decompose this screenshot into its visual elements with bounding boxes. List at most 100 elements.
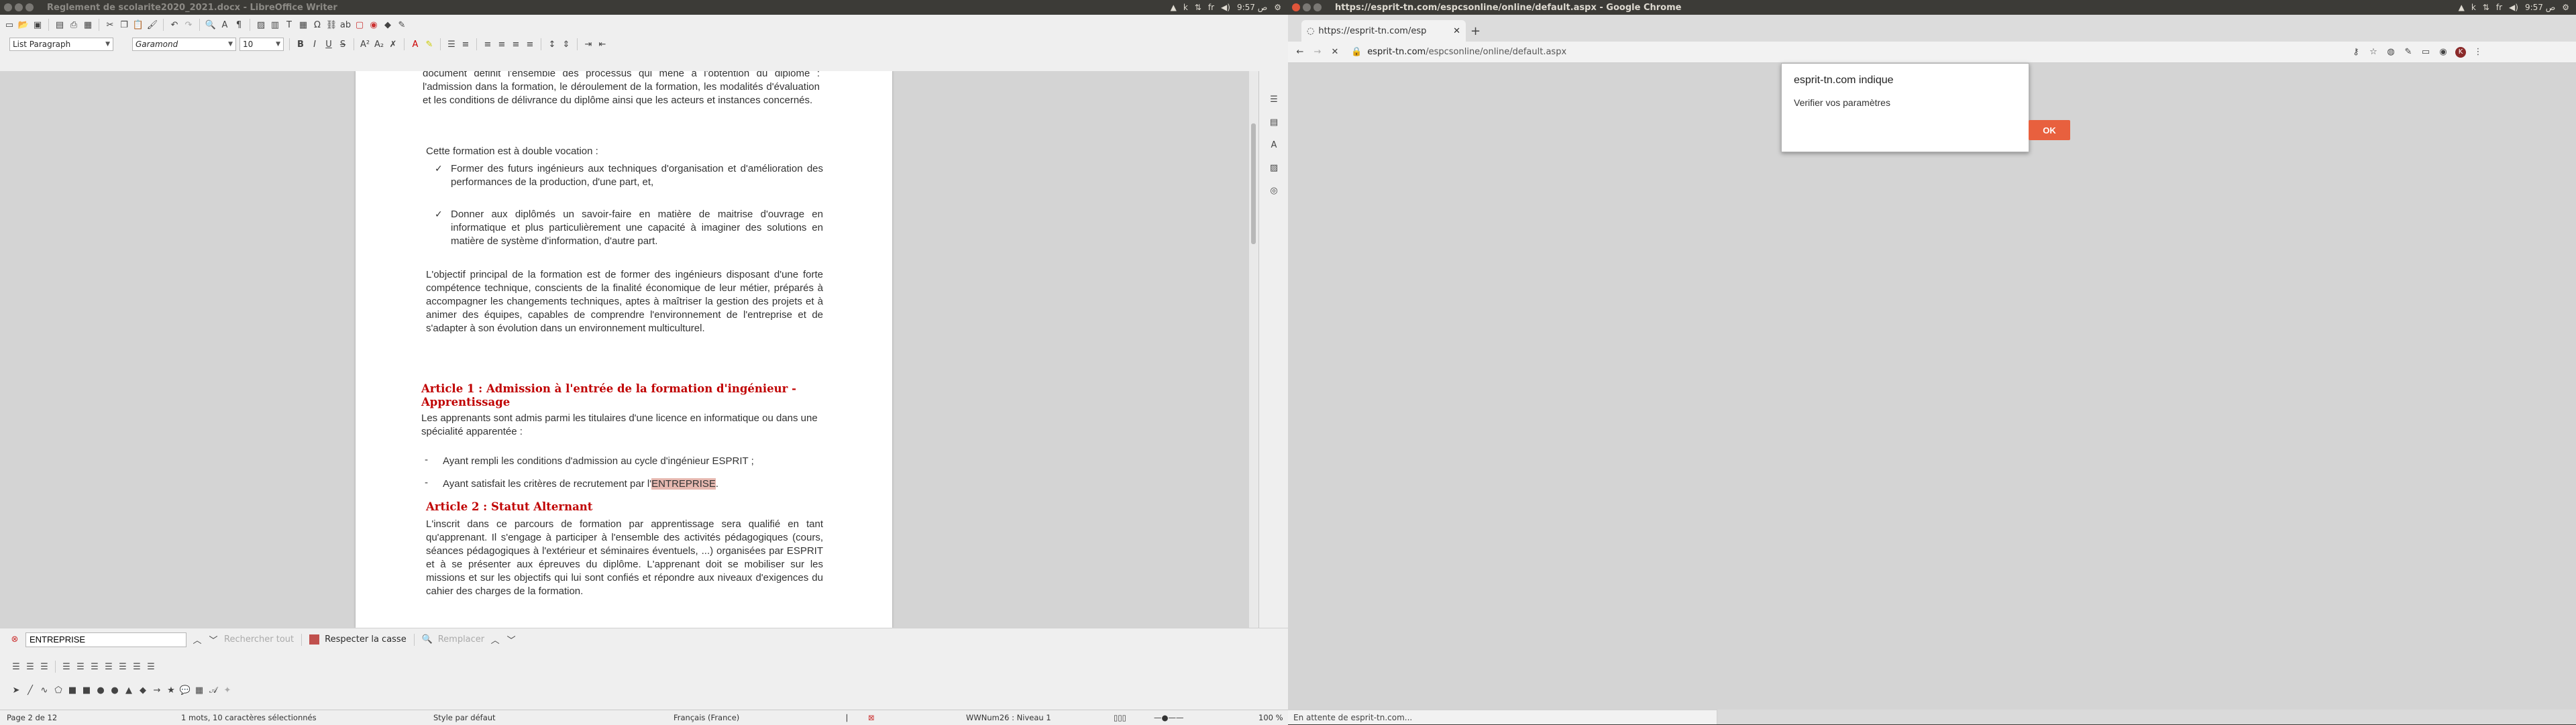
arrow-line-icon[interactable]: →: [152, 685, 162, 695]
page-icon[interactable]: ▤: [1269, 117, 1279, 127]
search-match-highlight[interactable]: ENTREPRISE: [651, 478, 716, 490]
zoom-level[interactable]: 100 %: [1258, 713, 1283, 722]
curve-icon[interactable]: ∿: [39, 685, 50, 695]
font-size-select[interactable]: 10 ▼: [239, 38, 284, 51]
polygon-icon[interactable]: ⬠: [53, 685, 64, 695]
increase-indent-icon[interactable]: ⇥: [583, 39, 594, 50]
save-icon[interactable]: ▣: [32, 19, 43, 30]
fontwork-icon[interactable]: 𝒜: [208, 685, 219, 695]
ellipse-icon[interactable]: ●: [95, 685, 106, 695]
extension-icon[interactable]: ◍: [2385, 47, 2396, 58]
italic-icon[interactable]: I: [309, 39, 320, 50]
stop-loading-icon[interactable]: ✕: [1330, 47, 1340, 58]
list-indent-icon[interactable]: ☰: [117, 661, 128, 672]
settings-gear-icon[interactable]: ⚙: [2562, 3, 2569, 12]
rectangle-icon[interactable]: ■: [81, 685, 92, 695]
document-page[interactable]: document définit l'ensemble des processu…: [356, 71, 892, 628]
numbering-icon[interactable]: ≡: [460, 39, 471, 50]
paragraph-style-select[interactable]: List Paragraph ▼: [9, 38, 113, 51]
lock-icon[interactable]: 🔒: [1351, 47, 1362, 57]
insert-footnote-icon[interactable]: ab: [340, 19, 351, 30]
back-icon[interactable]: ←: [1295, 47, 1305, 58]
insert-image-icon[interactable]: ▨: [256, 19, 266, 30]
align-center-icon[interactable]: ≡: [496, 39, 507, 50]
paragraph-spacing-icon[interactable]: ⇕: [561, 39, 572, 50]
outline-icon[interactable]: ☰: [25, 661, 36, 672]
3d-icon[interactable]: ✦: [222, 685, 233, 695]
volume-icon[interactable]: ◀): [2509, 3, 2518, 12]
minimize-icon[interactable]: [15, 3, 23, 11]
chevron-down-icon[interactable]: ﹀: [506, 634, 517, 646]
key-icon[interactable]: ⚷: [2351, 47, 2361, 58]
insert-shape-icon[interactable]: ◆: [382, 19, 393, 30]
list-indent-icon[interactable]: ☰: [75, 661, 86, 672]
close-tab-icon[interactable]: ✕: [1453, 26, 1460, 36]
decrease-indent-icon[interactable]: ⇤: [597, 39, 608, 50]
ok-button[interactable]: OK: [2029, 120, 2070, 140]
extension-icon[interactable]: ✎: [2403, 47, 2414, 58]
vertical-scrollbar[interactable]: [1249, 71, 1258, 628]
menu-icon[interactable]: ⋮: [2473, 47, 2483, 58]
basic-shapes-icon[interactable]: ◆: [138, 685, 148, 695]
star-icon[interactable]: ★: [166, 685, 176, 695]
tray-k-indicator[interactable]: k: [1183, 3, 1188, 12]
insert-hyperlink-icon[interactable]: ⛓: [326, 19, 337, 30]
document-modified-icon[interactable]: ⊠: [868, 713, 875, 722]
keyboard-layout[interactable]: fr: [2496, 3, 2502, 12]
avatar[interactable]: K: [2455, 46, 2466, 58]
insert-mode-icon[interactable]: ⎸: [847, 713, 855, 723]
export-pdf-icon[interactable]: ▤: [54, 19, 65, 30]
maximize-icon[interactable]: [25, 3, 34, 11]
track-changes-icon[interactable]: ◉: [368, 19, 379, 30]
undo-icon[interactable]: ↶: [169, 19, 180, 30]
network-icon[interactable]: ⇅: [1195, 3, 1201, 12]
close-icon[interactable]: [1292, 3, 1300, 11]
browser-tab[interactable]: ◌ https://esprit-tn.com/esp ✕: [1301, 20, 1466, 42]
address-bar[interactable]: 🔒 esprit-tn.com/espcsonline/online/defau…: [1347, 44, 2344, 60]
outline-icon[interactable]: ☰: [39, 661, 50, 672]
volume-icon[interactable]: ◀): [1221, 3, 1230, 12]
settings-gear-icon[interactable]: ⚙: [1274, 3, 1281, 12]
copy-icon[interactable]: ❐: [119, 19, 129, 30]
list-indent-icon[interactable]: ☰: [146, 661, 156, 672]
replace-button[interactable]: Remplacer: [438, 634, 484, 645]
clock[interactable]: ص 9:57: [1237, 3, 1267, 12]
scrollbar-thumb[interactable]: [1251, 123, 1256, 244]
extension-icon[interactable]: ◉: [2438, 47, 2449, 58]
clone-formatting-icon[interactable]: 🖌: [147, 19, 158, 30]
bookmark-star-icon[interactable]: ☆: [2368, 47, 2379, 58]
page-count[interactable]: Page 2 de 12: [7, 713, 57, 722]
text-language[interactable]: Français (France): [674, 713, 739, 722]
insert-comment-icon[interactable]: ▢: [354, 19, 365, 30]
cast-icon[interactable]: ▭: [2420, 47, 2431, 58]
paste-icon[interactable]: 📋: [133, 19, 144, 30]
justify-icon[interactable]: ≡: [525, 39, 535, 50]
maximize-icon[interactable]: [1313, 3, 1322, 11]
insert-textbox-icon[interactable]: T: [284, 19, 294, 30]
font-color-icon[interactable]: A: [410, 39, 421, 50]
new-tab-button[interactable]: +: [1470, 24, 1481, 38]
keyboard-layout[interactable]: fr: [1208, 3, 1214, 12]
list-indent-icon[interactable]: ☰: [89, 661, 100, 672]
print-icon[interactable]: ⎙: [68, 19, 79, 30]
line-icon[interactable]: ╱: [25, 685, 36, 695]
find-next-icon[interactable]: ﹀: [208, 634, 219, 646]
table-icon[interactable]: ▦: [194, 685, 205, 695]
select-arrow-icon[interactable]: ➤: [11, 685, 21, 695]
gallery-icon[interactable]: ▨: [1269, 162, 1279, 173]
highlight-color-icon[interactable]: ✎: [424, 39, 435, 50]
spellcheck-icon[interactable]: A: [219, 19, 230, 30]
list-indent-icon[interactable]: ☰: [131, 661, 142, 672]
print-preview-icon[interactable]: ▦: [83, 19, 93, 30]
triangle-icon[interactable]: ▲: [123, 685, 134, 695]
rectangle-icon[interactable]: ■: [67, 685, 78, 695]
zoom-slider[interactable]: —●——: [1154, 713, 1184, 722]
dropbox-icon[interactable]: ▲: [2459, 3, 2465, 12]
align-right-icon[interactable]: ≡: [511, 39, 521, 50]
minimize-icon[interactable]: [1303, 3, 1311, 11]
cut-icon[interactable]: ✂: [105, 19, 115, 30]
dropbox-icon[interactable]: ▲: [1171, 3, 1177, 12]
subscript-icon[interactable]: A₂: [374, 39, 384, 50]
network-icon[interactable]: ⇅: [2483, 3, 2489, 12]
strikethrough-icon[interactable]: S: [337, 39, 348, 50]
